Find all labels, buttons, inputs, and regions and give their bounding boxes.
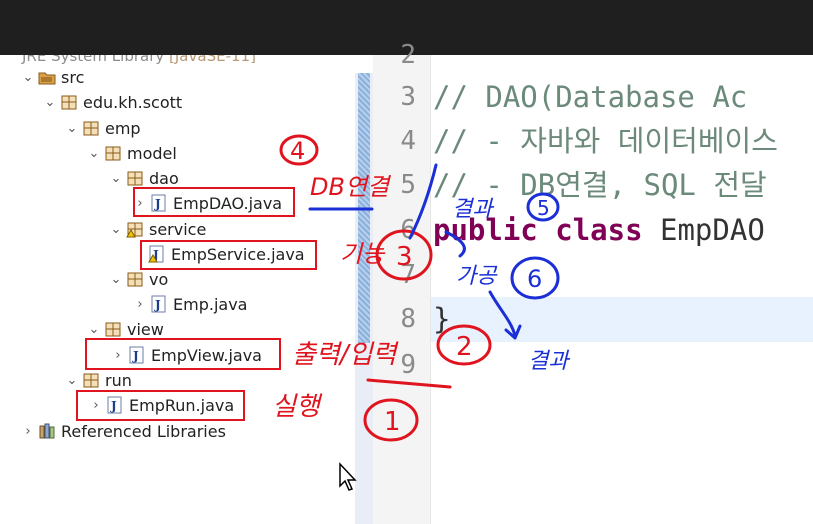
tree-item-package-service[interactable]: ⌄ service bbox=[108, 217, 207, 241]
code-line-3[interactable]: // DAO(Database Ac bbox=[433, 77, 747, 117]
keyword-class: class bbox=[555, 213, 643, 247]
tree-item-package-edu-kh-scott[interactable]: ⌄ edu.kh.scott bbox=[42, 90, 183, 114]
chevron-down-icon[interactable]: ⌄ bbox=[108, 272, 124, 287]
keyword-public: public bbox=[433, 213, 538, 247]
code-line-8[interactable]: } bbox=[433, 299, 450, 339]
tree-item-label: model bbox=[127, 143, 177, 163]
chevron-right-icon[interactable]: › bbox=[20, 424, 36, 439]
tree-item-package-vo[interactable]: ⌄ vo bbox=[108, 267, 169, 291]
tree-item-label: emp bbox=[105, 118, 141, 138]
package-icon bbox=[82, 119, 100, 137]
highlight-box-empdao bbox=[133, 187, 295, 217]
editor-overview-ruler[interactable] bbox=[355, 73, 373, 524]
line-number: 9 bbox=[400, 350, 416, 380]
tree-item-label: run bbox=[105, 370, 132, 390]
jre-library-suffix: [JavaSE-11] bbox=[169, 55, 256, 65]
chevron-down-icon[interactable]: ⌄ bbox=[20, 70, 36, 85]
tree-item-label: src bbox=[61, 67, 85, 87]
chevron-down-icon[interactable]: ⌄ bbox=[86, 322, 102, 337]
line-number: 6 bbox=[400, 215, 416, 245]
highlight-box-empview bbox=[85, 338, 281, 370]
tree-item-package-emp[interactable]: ⌄ emp bbox=[64, 116, 141, 140]
package-icon bbox=[104, 144, 122, 162]
code-line-5[interactable]: // - DB연결, SQL 전달 bbox=[433, 165, 767, 205]
svg-text:J: J bbox=[154, 298, 161, 312]
source-folder-icon bbox=[38, 68, 56, 86]
tree-item-label: Referenced Libraries bbox=[61, 421, 226, 441]
package-icon bbox=[126, 169, 144, 187]
tree-item-src[interactable]: ⌄ src bbox=[20, 65, 85, 89]
highlight-box-emprun bbox=[76, 390, 245, 421]
package-explorer: JRE System Library [JavaSE-11] ⌄ src ⌄ e… bbox=[0, 55, 355, 524]
tree-item-referenced-libraries[interactable]: › Referenced Libraries bbox=[20, 419, 226, 443]
chevron-right-icon[interactable]: › bbox=[132, 297, 148, 312]
line-number: 7 bbox=[400, 260, 416, 290]
tree-item-label: view bbox=[127, 319, 164, 339]
class-name: EmpDAO bbox=[660, 213, 765, 247]
highlight-box-empservice bbox=[140, 240, 317, 270]
tree-item-label: dao bbox=[149, 168, 179, 188]
code-line-6[interactable]: public class EmpDAO bbox=[433, 210, 765, 250]
line-number: 4 bbox=[400, 126, 416, 156]
tree-item-label: vo bbox=[149, 269, 169, 289]
tree-item-package-run[interactable]: ⌄ run bbox=[64, 368, 132, 392]
chevron-down-icon[interactable]: ⌄ bbox=[64, 373, 80, 388]
ruler-highlight bbox=[358, 73, 370, 343]
tree-item-emp-java[interactable]: › J Emp.java bbox=[132, 292, 247, 316]
chevron-down-icon[interactable]: ⌄ bbox=[108, 171, 124, 186]
package-icon bbox=[82, 371, 100, 389]
mouse-pointer-icon bbox=[338, 462, 358, 496]
library-icon bbox=[38, 422, 56, 440]
current-line-highlight bbox=[431, 297, 813, 342]
line-number: 2 bbox=[400, 40, 416, 70]
package-warning-icon bbox=[126, 220, 144, 238]
line-number: 5 bbox=[400, 170, 416, 200]
code-line-4[interactable]: // - 자바와 데이터베이스 bbox=[433, 121, 778, 161]
line-number: 8 bbox=[400, 304, 416, 334]
jre-library-label: JRE System Library bbox=[22, 55, 165, 65]
tree-item-label: service bbox=[149, 219, 207, 239]
line-number: 3 bbox=[400, 82, 416, 112]
chevron-down-icon[interactable]: ⌄ bbox=[64, 121, 80, 136]
chevron-down-icon[interactable]: ⌄ bbox=[42, 95, 58, 110]
package-icon bbox=[104, 320, 122, 338]
chevron-down-icon[interactable]: ⌄ bbox=[108, 222, 124, 237]
tree-item-package-model[interactable]: ⌄ model bbox=[86, 141, 177, 165]
tree-item-label: Emp.java bbox=[173, 294, 248, 314]
package-icon bbox=[60, 93, 78, 111]
package-icon bbox=[126, 270, 144, 288]
java-file-icon: J bbox=[150, 295, 168, 313]
tree-item-label: edu.kh.scott bbox=[83, 92, 183, 112]
chevron-down-icon[interactable]: ⌄ bbox=[86, 146, 102, 161]
line-number-gutter: 2 3 4 5 6 7 8 9 bbox=[373, 40, 431, 524]
